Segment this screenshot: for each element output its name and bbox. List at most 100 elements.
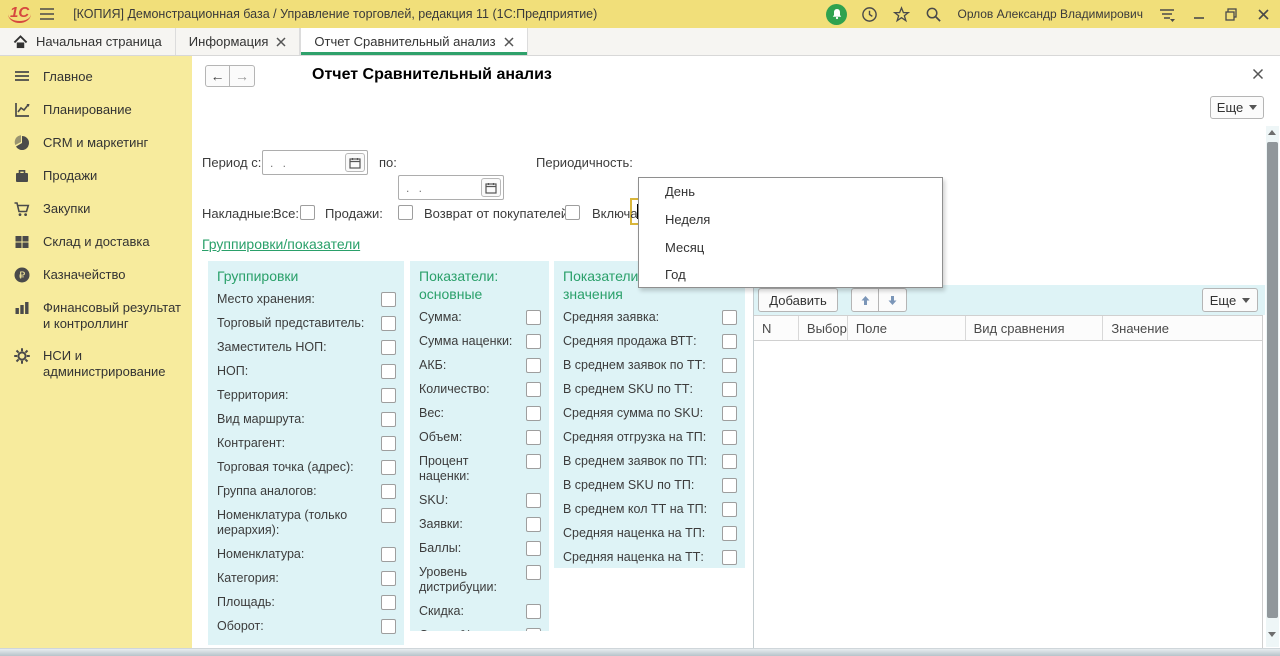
indicator-checkbox[interactable] bbox=[722, 550, 737, 565]
grouping-checkbox[interactable] bbox=[381, 547, 396, 562]
minimize-icon[interactable] bbox=[1188, 3, 1210, 25]
grouping-checkbox[interactable] bbox=[381, 388, 396, 403]
indicator-checkbox[interactable] bbox=[526, 628, 541, 631]
tab-close-icon[interactable] bbox=[276, 37, 286, 47]
indicator-checkbox[interactable] bbox=[526, 604, 541, 619]
grouping-checkbox[interactable] bbox=[381, 571, 396, 586]
favorites-star-icon[interactable] bbox=[890, 3, 912, 25]
indicator-checkbox[interactable] bbox=[722, 478, 737, 493]
period-from-input[interactable]: . . bbox=[262, 150, 368, 175]
calendar-icon[interactable] bbox=[481, 178, 501, 197]
grouping-checkbox[interactable] bbox=[381, 484, 396, 499]
indicator-checkbox[interactable] bbox=[526, 430, 541, 445]
grouping-checkbox[interactable] bbox=[381, 619, 396, 634]
column-header-vid-sravneniya[interactable]: Вид сравнения bbox=[966, 316, 1104, 340]
history-icon[interactable] bbox=[858, 3, 880, 25]
invoices-sales-checkbox[interactable] bbox=[398, 205, 413, 220]
sidebar-item-crm-marketing[interactable]: CRM и маркетинг bbox=[0, 127, 192, 160]
grouping-checkbox[interactable] bbox=[381, 595, 396, 610]
column-header-pole[interactable]: Поле bbox=[848, 316, 966, 340]
dropdown-option-month[interactable]: Месяц bbox=[639, 233, 942, 261]
invoices-all-label: Все: bbox=[273, 206, 299, 221]
window-title: [КОПИЯ] Демонстрационная база / Управлен… bbox=[73, 7, 597, 21]
indicator-checkbox[interactable] bbox=[526, 382, 541, 397]
indicator-checkbox[interactable] bbox=[722, 502, 737, 517]
sidebar-item-financial-result[interactable]: Финансовый результат и контроллинг bbox=[0, 292, 192, 340]
indicator-checkbox[interactable] bbox=[722, 526, 737, 541]
indicator-checkbox[interactable] bbox=[722, 358, 737, 373]
grouping-checkbox[interactable] bbox=[381, 436, 396, 451]
indicator-checkbox[interactable] bbox=[526, 358, 541, 373]
grouping-checkbox[interactable] bbox=[381, 316, 396, 331]
current-user[interactable]: Орлов Александр Владимирович bbox=[957, 7, 1143, 21]
tab-information[interactable]: Информация bbox=[176, 28, 301, 55]
sidebar-item-sales[interactable]: Продажи bbox=[0, 160, 192, 193]
sidebar-item-purchasing[interactable]: Закупки bbox=[0, 193, 192, 226]
window-bottom-edge bbox=[0, 648, 1280, 656]
restore-window-icon[interactable] bbox=[1220, 3, 1242, 25]
groupings-indicators-link[interactable]: Группировки/показатели bbox=[202, 236, 360, 252]
indicator-checkbox[interactable] bbox=[722, 334, 737, 349]
service-menu-icon[interactable] bbox=[1156, 3, 1178, 25]
dropdown-option-week[interactable]: Неделя bbox=[639, 206, 942, 234]
indicator-checkbox[interactable] bbox=[526, 334, 541, 349]
indicator-checkbox[interactable] bbox=[722, 310, 737, 325]
indicator-checkbox[interactable] bbox=[526, 565, 541, 580]
sidebar-item-nsi-administration[interactable]: НСИ и администрирование bbox=[0, 340, 192, 388]
column-header-vybor[interactable]: Выбор bbox=[799, 316, 848, 340]
selection-table-body[interactable] bbox=[754, 341, 1263, 648]
notifications-bell-icon[interactable] bbox=[826, 4, 847, 25]
column-header-n[interactable]: N bbox=[754, 316, 799, 340]
column-header-znachenie[interactable]: Значение bbox=[1103, 316, 1262, 340]
more-button-table[interactable]: Еще bbox=[1202, 288, 1258, 312]
dropdown-option-year[interactable]: Год bbox=[639, 261, 942, 289]
indicator-checkbox[interactable] bbox=[526, 493, 541, 508]
tab-label: Начальная страница bbox=[36, 34, 162, 49]
sidebar-item-treasury[interactable]: ₽ Казначейство bbox=[0, 259, 192, 292]
indicator-checkbox[interactable] bbox=[722, 382, 737, 397]
calendar-icon[interactable] bbox=[345, 153, 365, 172]
indicator-checkbox[interactable] bbox=[526, 541, 541, 556]
sidebar-item-planning[interactable]: Планирование bbox=[0, 94, 192, 127]
grouping-checkbox[interactable] bbox=[381, 508, 396, 523]
indicator-checkbox[interactable] bbox=[526, 517, 541, 532]
tab-comparative-analysis-report[interactable]: Отчет Сравнительный анализ bbox=[300, 28, 527, 55]
grouping-checkbox[interactable] bbox=[381, 292, 396, 307]
dropdown-option-day[interactable]: День bbox=[639, 178, 942, 206]
move-down-button[interactable] bbox=[879, 288, 907, 312]
back-button[interactable]: ← bbox=[205, 65, 230, 87]
scroll-down-icon[interactable] bbox=[1268, 632, 1276, 637]
scroll-up-icon[interactable] bbox=[1268, 130, 1276, 135]
close-window-icon[interactable] bbox=[1252, 3, 1274, 25]
indicator-checkbox[interactable] bbox=[722, 406, 737, 421]
add-button[interactable]: Добавить bbox=[758, 288, 838, 312]
indicator-checkbox[interactable] bbox=[722, 430, 737, 445]
vertical-scrollbar[interactable] bbox=[1266, 126, 1279, 647]
grouping-checkbox[interactable] bbox=[381, 340, 396, 355]
planning-chart-icon bbox=[13, 101, 31, 119]
sidebar-item-main[interactable]: Главное bbox=[0, 61, 192, 94]
indicator-checkbox[interactable] bbox=[526, 406, 541, 421]
close-form-icon[interactable] bbox=[1252, 68, 1264, 80]
indicator-checkbox[interactable] bbox=[722, 454, 737, 469]
indicator-checkbox[interactable] bbox=[526, 454, 541, 469]
sidebar-item-warehouse-delivery[interactable]: Склад и доставка bbox=[0, 226, 192, 259]
period-to-input[interactable]: . . bbox=[398, 175, 504, 200]
scrollbar-thumb[interactable] bbox=[1267, 142, 1278, 618]
grouping-checkbox[interactable] bbox=[381, 412, 396, 427]
forward-button[interactable]: → bbox=[230, 65, 255, 87]
tab-close-icon[interactable] bbox=[504, 37, 514, 47]
indicator-checkbox[interactable] bbox=[526, 310, 541, 325]
move-up-button[interactable] bbox=[851, 288, 879, 312]
search-icon[interactable] bbox=[922, 3, 944, 25]
grouping-checkbox[interactable] bbox=[381, 364, 396, 379]
tab-home[interactable]: Начальная страница bbox=[0, 28, 176, 55]
invoices-include-label: Включа bbox=[592, 206, 638, 221]
invoices-returns-checkbox[interactable] bbox=[565, 205, 580, 220]
ruble-circle-icon: ₽ bbox=[13, 266, 31, 284]
main-menu-icon[interactable] bbox=[36, 3, 58, 25]
grouping-checkbox[interactable] bbox=[381, 460, 396, 475]
titlebar: 1С [КОПИЯ] Демонстрационная база / Управ… bbox=[0, 0, 1280, 28]
invoices-all-checkbox[interactable] bbox=[300, 205, 315, 220]
more-button-top[interactable]: Еще bbox=[1210, 96, 1264, 119]
